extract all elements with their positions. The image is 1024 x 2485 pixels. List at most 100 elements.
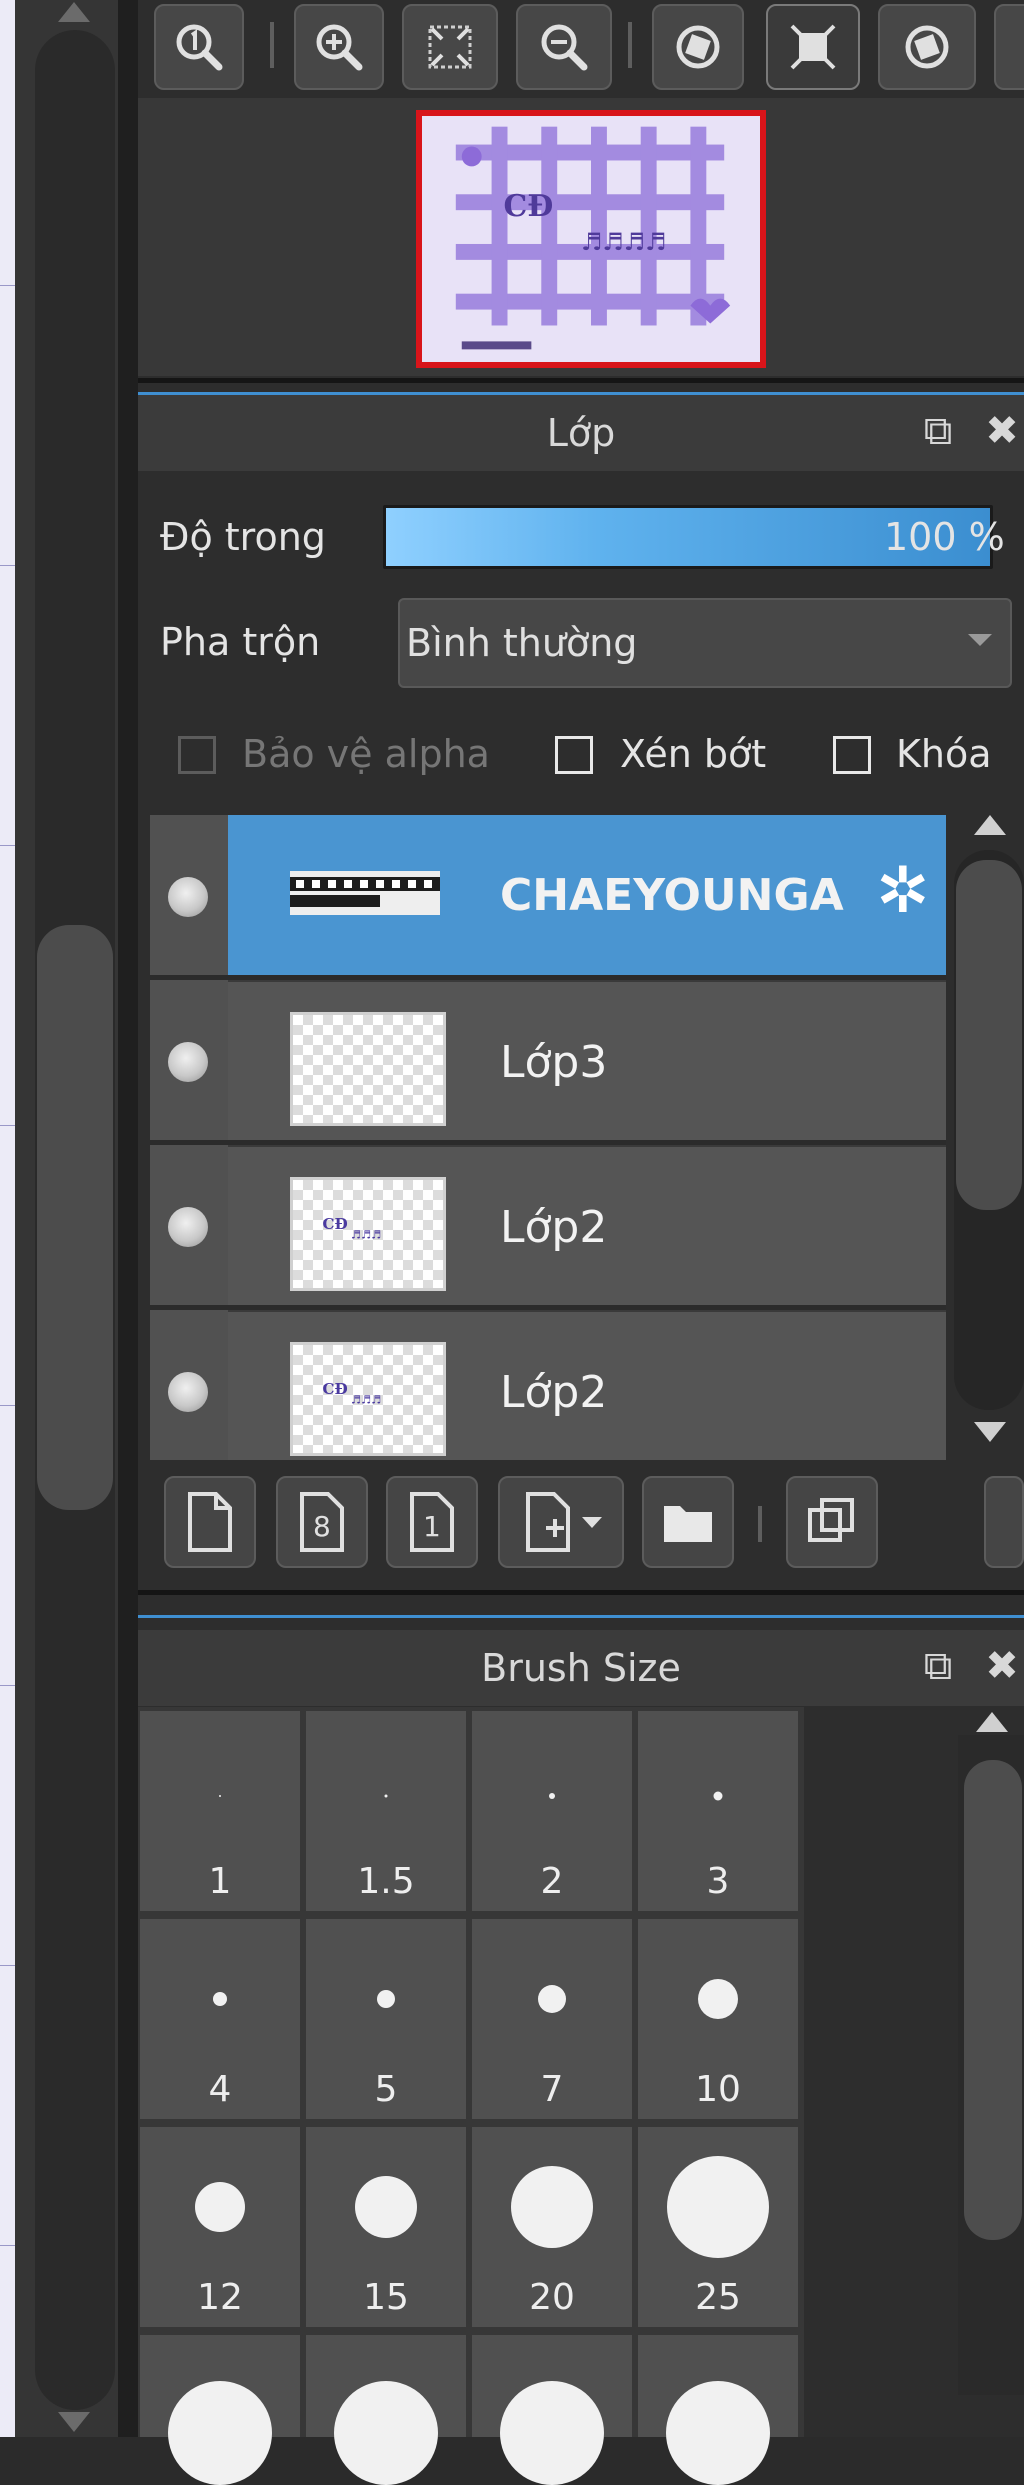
toolbar-separator [270, 22, 274, 68]
scroll-down-arrow-icon[interactable] [58, 2412, 90, 2432]
canvas-edge [0, 0, 15, 2437]
visibility-dot-icon [168, 1042, 208, 1082]
svg-text:CĐ: CĐ [323, 1215, 348, 1233]
add-layer-menu-button[interactable] [498, 1476, 624, 1568]
fullscreen-button[interactable] [766, 4, 860, 90]
brush-size-cell[interactable]: 10 [638, 1919, 798, 2119]
brush-size-panel-title: Brush Size [481, 1646, 681, 1690]
canvas-preview-thumbnail[interactable]: CĐ ♬♬♬♬ [416, 110, 766, 368]
new-folder-button[interactable] [642, 1476, 734, 1568]
svg-text:CĐ: CĐ [323, 1380, 348, 1398]
brush-preview-dot [195, 2182, 245, 2232]
panel-splitter[interactable] [138, 378, 1024, 383]
new-color-layer-button[interactable] [164, 1476, 256, 1568]
layer-visibility-toggle[interactable] [150, 980, 228, 1140]
brush-size-label: 1.5 [357, 1861, 415, 1902]
brush-size-cell[interactable]: 1 [140, 1711, 300, 1911]
brush-size-cell[interactable]: 2 [472, 1711, 632, 1911]
zoom-out-button[interactable] [516, 4, 612, 90]
brush-size-cell[interactable]: 20 [472, 2127, 632, 2327]
layer-visibility-toggle[interactable] [150, 815, 228, 975]
brush-size-cell[interactable] [472, 2335, 632, 2485]
brush-size-cell[interactable] [638, 2335, 798, 2485]
layer-row[interactable]: CHAEYOUNGA ✲ [150, 815, 946, 975]
scroll-up-arrow-icon[interactable] [58, 2, 90, 22]
blend-mode-select[interactable]: Bình thường [398, 598, 1012, 688]
brush-size-label: 12 [197, 2277, 243, 2318]
brush-size-cell[interactable] [306, 2335, 466, 2485]
layer-scrollbar-thumb[interactable] [956, 860, 1022, 1210]
close-icon[interactable]: ✖ [980, 409, 1024, 453]
new-1bit-layer-button[interactable]: 1 [386, 1476, 478, 1568]
svg-text:8: 8 [313, 1510, 331, 1543]
brush-size-label: 3 [706, 1861, 730, 1902]
brush-size-label: 4 [208, 2069, 232, 2110]
add-layer-menu-icon [526, 1492, 570, 1552]
fit-screen-button[interactable] [402, 4, 498, 90]
layer-row[interactable]: CĐ ♬♬♬ Lớp2 [150, 1310, 946, 1460]
layer-thumbnail: CĐ ♬♬♬ [290, 1177, 446, 1291]
new-8bit-layer-button[interactable]: 8 [276, 1476, 368, 1568]
svg-text:♬♬♬: ♬♬♬ [351, 1393, 381, 1407]
layer-row[interactable]: Lớp3 [150, 980, 946, 1140]
rotate-left-button[interactable] [652, 4, 744, 90]
layer-visibility-toggle[interactable] [150, 1145, 228, 1305]
brush-size-cell[interactable]: 4 [140, 1919, 300, 2119]
fit-screen-icon [428, 25, 472, 69]
zoom-in-button[interactable] [294, 4, 384, 90]
brush-preview-dot [538, 1985, 566, 2013]
brush-size-cell[interactable]: 5 [306, 1919, 466, 2119]
layer-visibility-toggle[interactable] [150, 1310, 228, 1460]
duplicate-layer-icon [808, 1498, 854, 1542]
brush-preview-dot [511, 2166, 593, 2248]
brush-scrollbar-thumb[interactable] [964, 1760, 1022, 2240]
scrollbar-thumb[interactable] [37, 925, 113, 1510]
popout-icon[interactable]: ⧉ [916, 1644, 960, 1688]
brush-size-cell[interactable]: 1.5 [306, 1711, 466, 1911]
visibility-dot-icon [168, 877, 208, 917]
brush-size-cell[interactable]: 7 [472, 1919, 632, 2119]
fullscreen-icon [790, 24, 836, 70]
brush-preview-dot [168, 2381, 272, 2485]
popout-icon[interactable]: ⧉ [916, 409, 960, 453]
brush-size-cell[interactable]: 12 [140, 2127, 300, 2327]
brush-size-panel-header[interactable]: Brush Size ⧉ ✖ [138, 1630, 1024, 1706]
brush-preview-dot [384, 1794, 388, 1798]
brush-size-label: 15 [363, 2277, 409, 2318]
layer-panel-header[interactable]: Lớp ⧉ ✖ [138, 395, 1024, 471]
clipping-checkbox[interactable] [555, 736, 593, 774]
zoom-actual-button[interactable] [154, 4, 244, 90]
alpha-protect-checkbox[interactable] [178, 736, 216, 774]
brush-preview-dot [549, 1793, 555, 1799]
duplicate-layer-button[interactable] [786, 1476, 878, 1568]
rotate-right-button[interactable] [878, 4, 976, 90]
panel-accent-line [138, 1615, 1024, 1618]
layer-row[interactable]: CĐ ♬♬♬ Lớp2 [150, 1145, 946, 1305]
brush-size-label: 7 [540, 2069, 564, 2110]
layer-list: CHAEYOUNGA ✲ Lớp3 CĐ ♬♬♬ Lớp2 CĐ ♬♬♬ Lớp… [150, 815, 946, 1460]
close-icon[interactable]: ✖ [980, 1644, 1024, 1688]
panel-splitter[interactable] [138, 1590, 1024, 1595]
scroll-up-arrow-icon[interactable] [974, 815, 1006, 835]
scroll-up-arrow-icon[interactable] [976, 1712, 1008, 1732]
brush-size-label: 5 [374, 2069, 398, 2110]
scroll-down-arrow-icon[interactable] [974, 1422, 1006, 1442]
brush-preview-dot [666, 2381, 770, 2485]
brush-size-label: 10 [695, 2069, 741, 2110]
brush-size-label: 25 [695, 2277, 741, 2318]
gear-icon: ✲ [876, 854, 930, 928]
lock-checkbox[interactable] [833, 736, 871, 774]
panel-divider[interactable] [118, 0, 138, 2437]
toolbar-overflow-button[interactable] [994, 4, 1024, 90]
brush-size-cell[interactable] [140, 2335, 300, 2485]
brush-size-cell[interactable]: 25 [638, 2127, 798, 2327]
zoom-in-icon [316, 24, 363, 71]
toolbar-separator [628, 22, 632, 68]
brush-preview-dot [377, 1990, 395, 2008]
clipping-label: Xén bớt [620, 732, 767, 776]
layer-thumbnail: CĐ ♬♬♬ [290, 1342, 446, 1456]
brush-size-cell[interactable]: 3 [638, 1711, 798, 1911]
lock-label: Khóa [896, 732, 992, 776]
toolbar-overflow-button[interactable] [984, 1476, 1024, 1568]
brush-size-cell[interactable]: 15 [306, 2127, 466, 2327]
